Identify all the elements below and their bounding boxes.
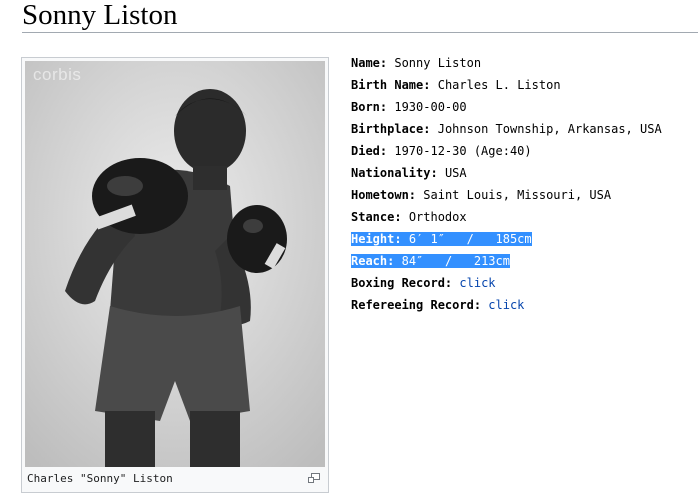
info-refereeing-record: Refereeing Record: click <box>351 294 662 316</box>
info-label: Born: <box>351 100 388 114</box>
info-value: Charles L. Liston <box>437 78 561 92</box>
info-label: Height: <box>351 232 402 246</box>
info-label: Refereeing Record: <box>351 298 482 312</box>
info-value: 1930-00-00 <box>394 100 467 114</box>
magnify-clip-icon[interactable] <box>308 470 320 483</box>
info-label: Boxing Record: <box>351 276 453 290</box>
info-value: 1970-12-30 (Age:40) <box>394 144 532 158</box>
info-died: Died: 1970-12-30 (Age:40) <box>351 140 662 162</box>
info-value: 6′ 1″ / 185cm <box>408 232 532 246</box>
fighter-info: Name: Sonny Liston Birth Name: Charles L… <box>351 52 662 316</box>
page-title: Sonny Liston <box>22 0 178 31</box>
info-birthplace: Birthplace: Johnson Township, Arkansas, … <box>351 118 662 140</box>
info-value: Johnson Township, Arkansas, USA <box>437 122 662 136</box>
info-label: Reach: <box>351 254 395 268</box>
info-label: Hometown: <box>351 188 417 202</box>
boxing-record-link[interactable]: click <box>459 276 495 290</box>
boxer-photo[interactable]: corbis <box>25 61 325 467</box>
info-label: Stance: <box>351 210 402 224</box>
image-caption: Charles "Sonny" Liston <box>27 472 173 485</box>
info-label: Died: <box>351 144 388 158</box>
image-thumbnail: corbis Charles "Sonny" Liston <box>21 57 329 493</box>
info-boxing-record: Boxing Record: click <box>351 272 662 294</box>
info-label: Birthplace: <box>351 122 431 136</box>
image-watermark: corbis <box>33 65 82 84</box>
info-reach: Reach: 84″ / 213cm <box>351 250 662 272</box>
title-divider <box>22 32 698 33</box>
info-value: 84″ / 213cm <box>401 254 510 268</box>
info-value: Sonny Liston <box>394 56 482 70</box>
info-born: Born: 1930-00-00 <box>351 96 662 118</box>
info-value: Orthodox <box>408 210 467 224</box>
refereeing-record-link[interactable]: click <box>488 298 524 312</box>
info-name: Name: Sonny Liston <box>351 52 662 74</box>
info-label: Name: <box>351 56 388 70</box>
info-value: Saint Louis, Missouri, USA <box>423 188 612 202</box>
info-nationality: Nationality: USA <box>351 162 662 184</box>
info-label: Birth Name: <box>351 78 431 92</box>
info-label: Nationality: <box>351 166 438 180</box>
info-birth-name: Birth Name: Charles L. Liston <box>351 74 662 96</box>
info-hometown: Hometown: Saint Louis, Missouri, USA <box>351 184 662 206</box>
info-value: USA <box>444 166 467 180</box>
info-stance: Stance: Orthodox <box>351 206 662 228</box>
info-height: Height: 6′ 1″ / 185cm <box>351 228 662 250</box>
